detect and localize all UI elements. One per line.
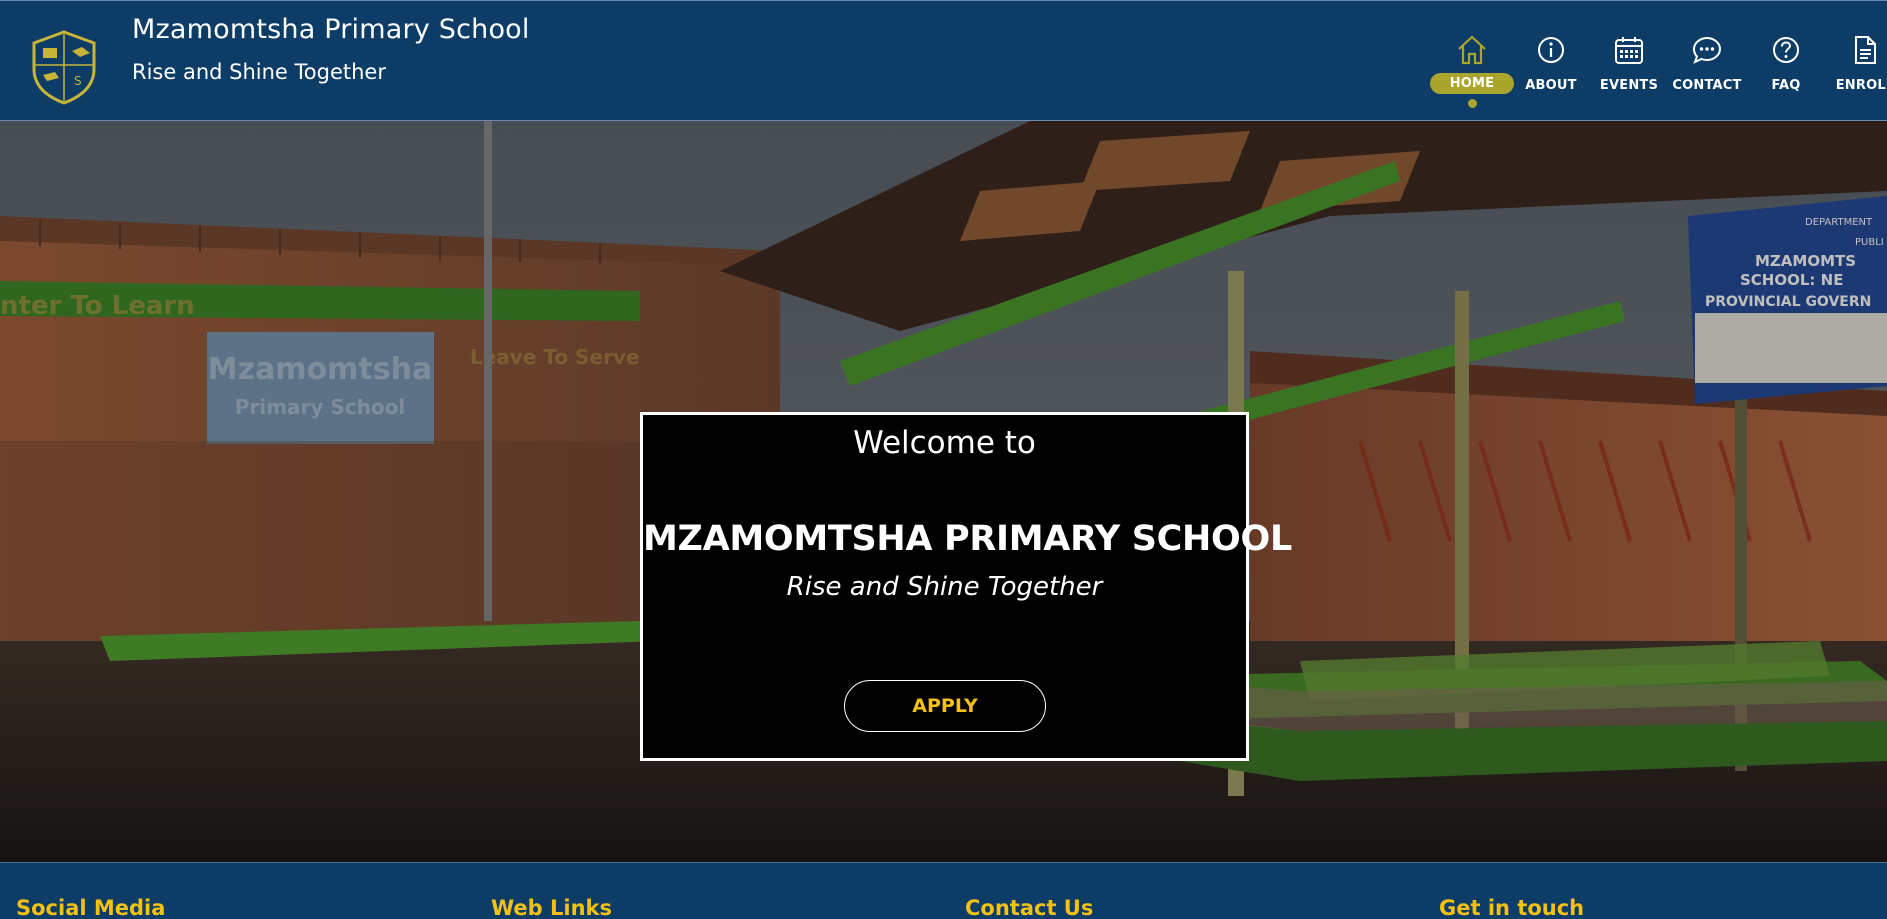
home-icon bbox=[1458, 35, 1486, 65]
nav-item-contact[interactable]: CONTACT bbox=[1665, 31, 1749, 119]
question-icon bbox=[1773, 37, 1799, 63]
footer-heading-web-links: Web Links bbox=[491, 896, 612, 919]
site-footer: Social Media Web Links Contact Us Get in… bbox=[0, 862, 1887, 919]
welcome-motto: Rise and Shine Together bbox=[786, 572, 1103, 602]
welcome-heading: Welcome to bbox=[853, 425, 1036, 461]
school-crest-logo[interactable]: S bbox=[30, 29, 98, 105]
nav-label-about: ABOUT bbox=[1525, 78, 1577, 93]
document-icon bbox=[1855, 36, 1876, 64]
hero-section: nter To Learn Leave To Serve Mzamomtsha … bbox=[0, 121, 1887, 862]
info-icon bbox=[1538, 37, 1564, 63]
nav-label-enroll: ENROLL bbox=[1835, 78, 1887, 93]
welcome-card: Welcome to MZAMOMTSHA PRIMARY SCHOOL Ris… bbox=[640, 412, 1292, 761]
footer-heading-social-media: Social Media bbox=[16, 896, 166, 919]
active-indicator-dot bbox=[1467, 99, 1477, 108]
calendar-icon bbox=[1615, 37, 1643, 64]
nav-label-home: HOME bbox=[1430, 73, 1514, 94]
nav-item-faq[interactable]: FAQ bbox=[1744, 31, 1828, 119]
nav-label-faq: FAQ bbox=[1771, 78, 1801, 93]
nav-item-about[interactable]: ABOUT bbox=[1509, 31, 1593, 119]
footer-heading-get-in-touch: Get in touch bbox=[1439, 896, 1585, 919]
welcome-school-title: MZAMOMTSHA PRIMARY SCHOOL bbox=[643, 519, 1292, 559]
nav-label-contact: CONTACT bbox=[1672, 78, 1742, 93]
chat-bubble-icon bbox=[1692, 36, 1722, 64]
svg-text:S: S bbox=[74, 74, 82, 88]
site-header: S Mzamomtsha Primary School Rise and Shi… bbox=[0, 0, 1887, 121]
nav-item-enroll[interactable]: ENROLL bbox=[1823, 31, 1887, 119]
site-title[interactable]: Mzamomtsha Primary School bbox=[132, 14, 530, 45]
nav-label-events: EVENTS bbox=[1599, 78, 1659, 93]
footer-heading-contact-us: Contact Us bbox=[965, 896, 1094, 919]
nav-item-home[interactable]: HOME bbox=[1430, 31, 1514, 119]
apply-button[interactable]: APPLY bbox=[844, 680, 1046, 732]
site-tagline: Rise and Shine Together bbox=[132, 60, 386, 84]
nav-item-events[interactable]: EVENTS bbox=[1587, 31, 1671, 119]
